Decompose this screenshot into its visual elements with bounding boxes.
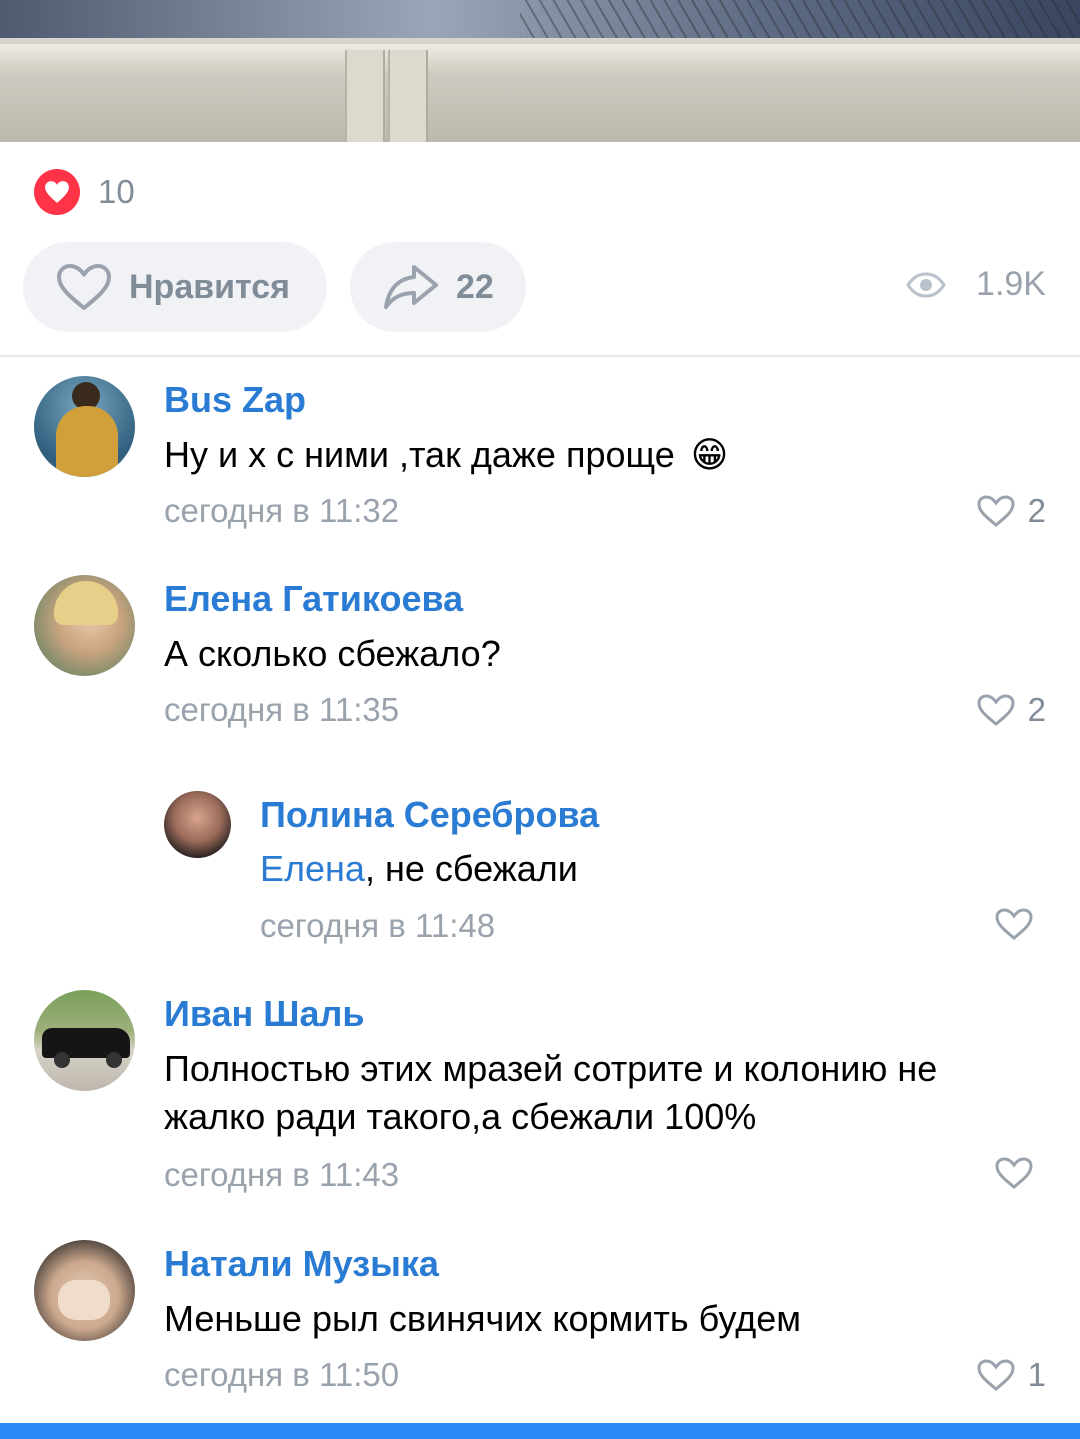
comment-time: сегодня в 11:50 — [164, 1356, 400, 1393]
heart-outline-icon — [994, 1156, 1034, 1190]
reply-mention-link[interactable]: Елена — [260, 848, 365, 889]
photo-wall-post — [388, 50, 428, 142]
like-button-label: Нравится — [129, 267, 290, 306]
comment-text: А сколько сбежало? — [164, 633, 501, 674]
avatar[interactable] — [34, 1240, 135, 1341]
comment-author[interactable]: Елена Гатикоева — [164, 578, 463, 620]
likes-summary[interactable]: 10 — [34, 166, 135, 218]
comment-like-button[interactable]: 2 — [976, 691, 1046, 729]
comment-author[interactable]: Полина Сереброва — [260, 794, 599, 836]
comment-text: Полностью этих мразей сотрите и колонию … — [164, 1048, 938, 1137]
heart-filled-icon — [34, 169, 80, 215]
comment-like-count: 1 — [1027, 1356, 1046, 1393]
views-count: 1.9K — [976, 265, 1046, 303]
photo-wall-post — [345, 50, 385, 142]
comment-text: Ну и х с ними ,так даже проще 😁 — [164, 431, 1044, 479]
share-button[interactable]: 22 — [350, 242, 526, 332]
heart-outline-icon — [976, 693, 1016, 727]
comment-like-count: 2 — [1027, 492, 1046, 529]
comment-author[interactable]: Иван Шаль — [164, 993, 365, 1035]
share-count: 22 — [456, 267, 494, 306]
avatar[interactable] — [34, 990, 135, 1091]
avatar[interactable] — [34, 376, 135, 477]
comment-text-body: , не сбежали — [364, 848, 578, 889]
grinning-emoji-icon: 😁 — [690, 434, 729, 475]
heart-outline-icon — [976, 1358, 1016, 1392]
divider — [0, 355, 1080, 357]
comment-like-button[interactable]: 2 — [976, 492, 1046, 530]
comment-text: Меньше рыл свинячих кормить будем — [164, 1298, 802, 1339]
heart-outline-icon — [976, 494, 1016, 528]
comment-text: Елена, не сбежали — [260, 845, 1040, 893]
views-counter: 1.9K — [906, 265, 1046, 304]
comment-author[interactable]: Натали Музыка — [164, 1243, 439, 1285]
comment-author[interactable]: Bus Zap — [164, 379, 306, 421]
like-button[interactable]: Нравится — [23, 242, 327, 332]
comment-time: сегодня в 11:32 — [164, 492, 400, 529]
heart-outline-icon — [994, 907, 1034, 941]
comment-time: сегодня в 11:35 — [164, 691, 400, 728]
eye-icon — [906, 271, 946, 298]
comment-text-body: Ну и х с ними ,так даже проще — [164, 434, 675, 475]
heart-outline-icon — [55, 262, 113, 312]
post-photo[interactable] — [0, 0, 1080, 142]
comment-like-button[interactable]: 1 — [976, 1356, 1046, 1394]
comment-time: сегодня в 11:43 — [164, 1156, 400, 1193]
comment-time: сегодня в 11:48 — [260, 907, 496, 944]
comment-like-count: 2 — [1027, 691, 1046, 728]
comment-like-button[interactable] — [994, 907, 1046, 941]
avatar[interactable] — [164, 791, 231, 858]
share-arrow-icon — [382, 263, 440, 311]
photo-wall-cap — [0, 44, 1080, 74]
likes-count: 10 — [98, 173, 135, 210]
bottom-accent-bar — [0, 1423, 1080, 1439]
avatar[interactable] — [34, 575, 135, 676]
comment-like-button[interactable] — [994, 1156, 1046, 1190]
